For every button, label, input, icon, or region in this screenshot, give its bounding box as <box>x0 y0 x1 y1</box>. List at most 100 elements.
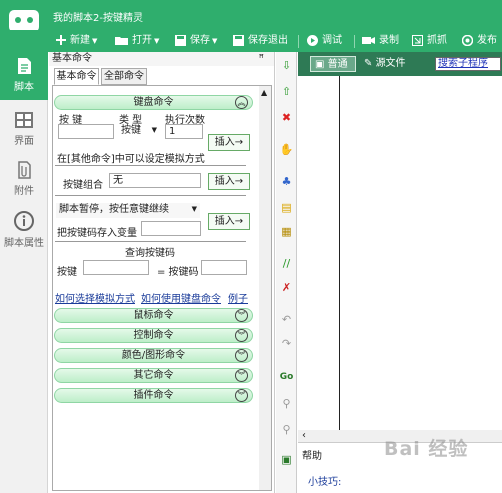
insert-pause-button[interactable]: 插入→ <box>208 213 250 230</box>
paste-icon[interactable]: ▦ <box>279 224 294 239</box>
save-exit-icon <box>233 35 244 46</box>
tab-normal-view[interactable]: ▣ 普通 <box>310 56 356 72</box>
nav-attachment[interactable]: 附件 <box>0 156 48 204</box>
chevron-up-icon[interactable]: ︽ <box>235 96 248 109</box>
find-next-icon[interactable]: ⚲ <box>279 422 294 437</box>
delete-icon[interactable]: ✖ <box>279 110 294 125</box>
code-editor[interactable] <box>341 76 502 480</box>
subroutine-search-input[interactable]: 搜索子程序 <box>435 57 501 71</box>
goto-icon[interactable]: Go <box>279 370 294 385</box>
uncomment-icon[interactable]: ✗ <box>279 280 294 295</box>
publish-button[interactable]: 发布 <box>461 33 497 49</box>
chevron-down-icon[interactable]: ︾ <box>235 349 248 362</box>
plugin-section-header[interactable]: 插件命令 ︾ <box>54 388 253 403</box>
baidu-watermark: Bai 经验 <box>384 438 469 460</box>
save-file-icon[interactable]: ▣ <box>279 452 294 467</box>
save-icon <box>175 35 186 46</box>
chevron-down-icon[interactable]: ︾ <box>235 369 248 382</box>
combo-input[interactable]: 无 <box>109 173 201 188</box>
color-section-label: 颜色/图形命令 <box>121 350 186 361</box>
scroll-up-icon[interactable]: ▲ <box>261 88 267 97</box>
nav-script[interactable]: 脚本 <box>0 52 48 100</box>
type-select[interactable]: 按键 ▼ <box>118 124 160 139</box>
type-select-value: 按键 <box>121 125 141 136</box>
group-icon[interactable]: ♣ <box>279 174 294 189</box>
left-nav: 脚本 界面 附件 脚本属性 <box>0 52 48 493</box>
attachment-icon <box>18 161 31 179</box>
capture-label: 抓抓 <box>427 35 447 46</box>
divider <box>55 241 246 242</box>
pin-icon[interactable]: ꟸ <box>259 52 264 66</box>
editor-tabbar: ▣ 普通 ✎ 源文件 搜索子程序 <box>298 52 502 76</box>
scroll-left-icon[interactable]: ‹ <box>302 430 306 441</box>
save-label: 保存 <box>190 35 210 46</box>
redo-icon[interactable]: ↷ <box>279 336 294 351</box>
new-button[interactable]: 新建 ▼ <box>55 33 97 49</box>
record-button[interactable]: 录制 <box>362 33 399 49</box>
panel-title: 基本命令 <box>52 53 92 64</box>
other-section-header[interactable]: 其它命令 ︾ <box>54 368 253 383</box>
info-icon <box>14 211 34 231</box>
comment-icon[interactable]: // <box>279 256 294 271</box>
pause-select[interactable]: 脚本暂停，按任意键继续 ▼ <box>56 203 200 218</box>
arrow-down-icon[interactable]: ⇩ <box>279 58 294 73</box>
hand-icon[interactable]: ✋ <box>279 142 294 157</box>
save-button[interactable]: 保存 ▼ <box>175 33 217 49</box>
new-label: 新建 <box>70 35 90 46</box>
play-icon <box>307 35 318 46</box>
arrow-up-icon[interactable]: ⇧ <box>279 84 294 99</box>
divider <box>55 195 246 196</box>
copy-icon[interactable]: ▤ <box>279 200 294 215</box>
debug-button[interactable]: 调试 <box>307 33 342 49</box>
interface-icon <box>15 112 33 128</box>
title-bar: 我的脚本2-按键精灵 <box>0 0 502 39</box>
mouse-section-label: 鼠标命令 <box>133 310 174 321</box>
link-keyboard-howto[interactable]: 如何使用键盘命令 <box>141 290 221 305</box>
insert-combo-button[interactable]: 插入→ <box>208 173 250 190</box>
chevron-down-icon[interactable]: ︾ <box>235 389 248 402</box>
command-scrollbar[interactable]: ▲ <box>259 86 271 490</box>
tab-source-label: 源文件 <box>375 58 406 69</box>
publish-label: 发布 <box>477 35 497 46</box>
tab-basic-commands[interactable]: 基本命令 <box>54 68 99 85</box>
open-label: 打开 <box>132 35 152 46</box>
query-key-input[interactable] <box>83 260 149 275</box>
exec-count-input[interactable]: 1 <box>165 124 203 139</box>
query-code-input[interactable] <box>201 260 247 275</box>
link-example[interactable]: 例子 <box>228 290 248 305</box>
line-number-gutter <box>298 76 340 480</box>
vertical-toolbar: ⇩ ⇧ ✖ ✋ ♣ ▤ ▦ // ✗ ↶ ↷ Go ⚲ ⚲ ▣ <box>276 52 297 493</box>
tab-source-view[interactable]: ✎ 源文件 <box>360 56 418 72</box>
nav-interface[interactable]: 界面 <box>0 106 48 154</box>
open-button[interactable]: 打开 ▼ <box>115 33 159 49</box>
pause-select-value: 脚本暂停，按任意键继续 <box>59 204 169 215</box>
query-code-label: = 按键码 <box>157 267 199 278</box>
save-exit-button[interactable]: 保存退出 <box>233 33 288 49</box>
editor-pane: ▣ 普通 ✎ 源文件 搜索子程序 ‹ 帮助 小技巧: <box>298 52 502 493</box>
camera-icon <box>362 37 375 44</box>
source-view-icon: ✎ <box>364 58 376 69</box>
capture-icon <box>412 35 423 46</box>
chevron-down-icon[interactable]: ︾ <box>235 309 248 322</box>
chevron-down-icon: ▼ <box>191 205 197 213</box>
mouse-section-header[interactable]: 鼠标命令 ︾ <box>54 308 253 323</box>
keyboard-section-header[interactable]: 键盘命令 ︽ <box>54 95 253 110</box>
nav-properties[interactable]: 脚本属性 <box>0 206 48 254</box>
capture-button[interactable]: 抓抓 <box>412 33 447 49</box>
store-var-input[interactable] <box>141 221 201 236</box>
tab-all-commands[interactable]: 全部命令 <box>101 68 147 85</box>
insert-key-button[interactable]: 插入→ <box>208 134 250 151</box>
command-area: 键盘命令 ︽ 按 键 类 型 执行次数 按键 ▼ 1 插入→ 在[其他命令]中可以设… <box>52 85 272 491</box>
link-simulate-mode[interactable]: 如何选择模拟方式 <box>55 290 135 305</box>
find-icon[interactable]: ⚲ <box>279 396 294 411</box>
control-section-header[interactable]: 控制命令 ︾ <box>54 328 253 343</box>
publish-icon <box>461 34 474 47</box>
chevron-down-icon[interactable]: ︾ <box>235 329 248 342</box>
plugin-section-label: 插件命令 <box>133 390 174 401</box>
undo-icon[interactable]: ↶ <box>279 312 294 327</box>
query-title: 查询按键码 <box>125 248 175 259</box>
color-section-header[interactable]: 颜色/图形命令 ︾ <box>54 348 253 363</box>
key-input[interactable] <box>58 124 114 139</box>
divider <box>55 165 246 166</box>
command-panel: 基本命令 ꟸ 基本命令 全部命令 键盘命令 ︽ 按 键 类 型 执行次数 按键 ▼ … <box>49 52 275 493</box>
